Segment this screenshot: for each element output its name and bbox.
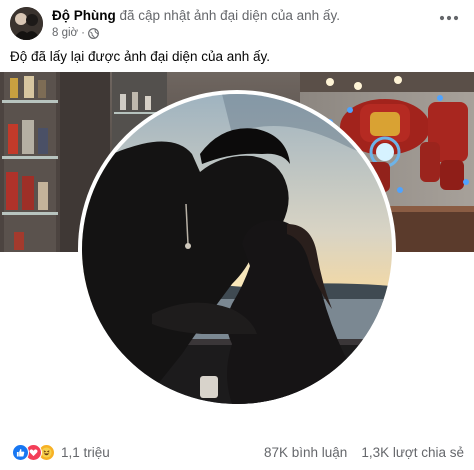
- like-icon: [12, 444, 29, 461]
- globe-icon[interactable]: [88, 27, 99, 39]
- post-caption: Độ đã lấy lại được ảnh đại diện của anh …: [10, 49, 271, 64]
- post-card: Độ Phùng đã cập nhật ảnh đại diện của an…: [0, 0, 474, 470]
- author-name[interactable]: Độ Phùng: [52, 8, 116, 23]
- author-avatar[interactable]: [10, 7, 43, 40]
- more-options-icon[interactable]: [438, 10, 460, 26]
- shares-count[interactable]: 1,3K lượt chia sẻ: [361, 445, 464, 460]
- separator-dot: ·: [81, 27, 85, 39]
- reaction-count[interactable]: 1,1 triệu: [61, 445, 110, 460]
- post-footer: 1,1 triệu 87K bình luận 1,3K lượt chia s…: [0, 440, 474, 468]
- reactions-summary[interactable]: 1,1 triệu: [12, 444, 110, 461]
- post-title-line: Độ Phùng đã cập nhật ảnh đại diện của an…: [52, 7, 432, 24]
- post-meta: Độ Phùng đã cập nhật ảnh đại diện của an…: [52, 7, 432, 41]
- post-subline: 8 giờ ·: [52, 25, 432, 41]
- post-header: Độ Phùng đã cập nhật ảnh đại diện của an…: [0, 0, 474, 44]
- post-time[interactable]: 8 giờ: [52, 25, 78, 41]
- profile-photo[interactable]: [82, 94, 392, 404]
- engagement-stats: 87K bình luận 1,3K lượt chia sẻ: [264, 445, 464, 460]
- comments-count[interactable]: 87K bình luận: [264, 445, 347, 460]
- post-action-text: đã cập nhật ảnh đại diện của anh ấy.: [119, 8, 340, 23]
- post-media[interactable]: [0, 72, 474, 430]
